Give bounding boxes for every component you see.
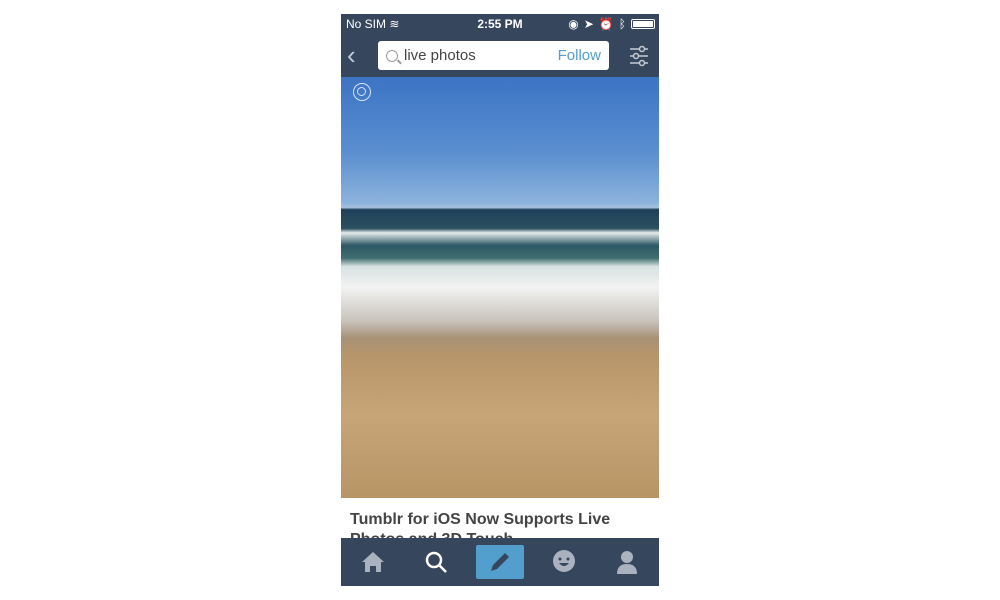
compose-icon — [490, 553, 509, 571]
bluetooth-icon: ᛒ — [618, 17, 626, 31]
status-bar: No SIM ≋ 2:55 PM ◉ ➤ ⏰ ᛒ — [341, 14, 659, 35]
post-photo-beach[interactable] — [341, 77, 659, 498]
filter-settings-icon[interactable] — [629, 45, 649, 67]
alarm-icon: ⏰ — [598, 17, 614, 31]
follow-button[interactable]: Follow — [558, 47, 601, 64]
tab-activity[interactable] — [540, 545, 588, 579]
account-icon — [617, 551, 638, 574]
tab-bar — [341, 538, 659, 586]
battery-icon — [631, 19, 655, 29]
tab-compose[interactable] — [475, 545, 524, 579]
phone-screen: No SIM ≋ 2:55 PM ◉ ➤ ⏰ ᛒ ‹ live photos Foll… — [341, 14, 659, 586]
lock-rotation-icon: ◉ — [568, 17, 579, 31]
nav-bar: ‹ live photos Follow — [341, 35, 659, 77]
search-field[interactable]: live photos Follow — [378, 41, 609, 70]
live-photo-icon[interactable] — [353, 83, 371, 101]
tab-account[interactable] — [603, 545, 651, 579]
tab-home[interactable] — [349, 545, 397, 579]
activity-icon — [552, 550, 575, 572]
search-icon — [426, 551, 448, 573]
tab-search[interactable] — [412, 545, 460, 579]
search-input[interactable]: live photos — [404, 47, 558, 64]
search-icon — [386, 49, 398, 62]
location-icon: ➤ — [583, 17, 594, 31]
back-button[interactable]: ‹ — [347, 41, 356, 69]
home-icon — [361, 552, 384, 572]
